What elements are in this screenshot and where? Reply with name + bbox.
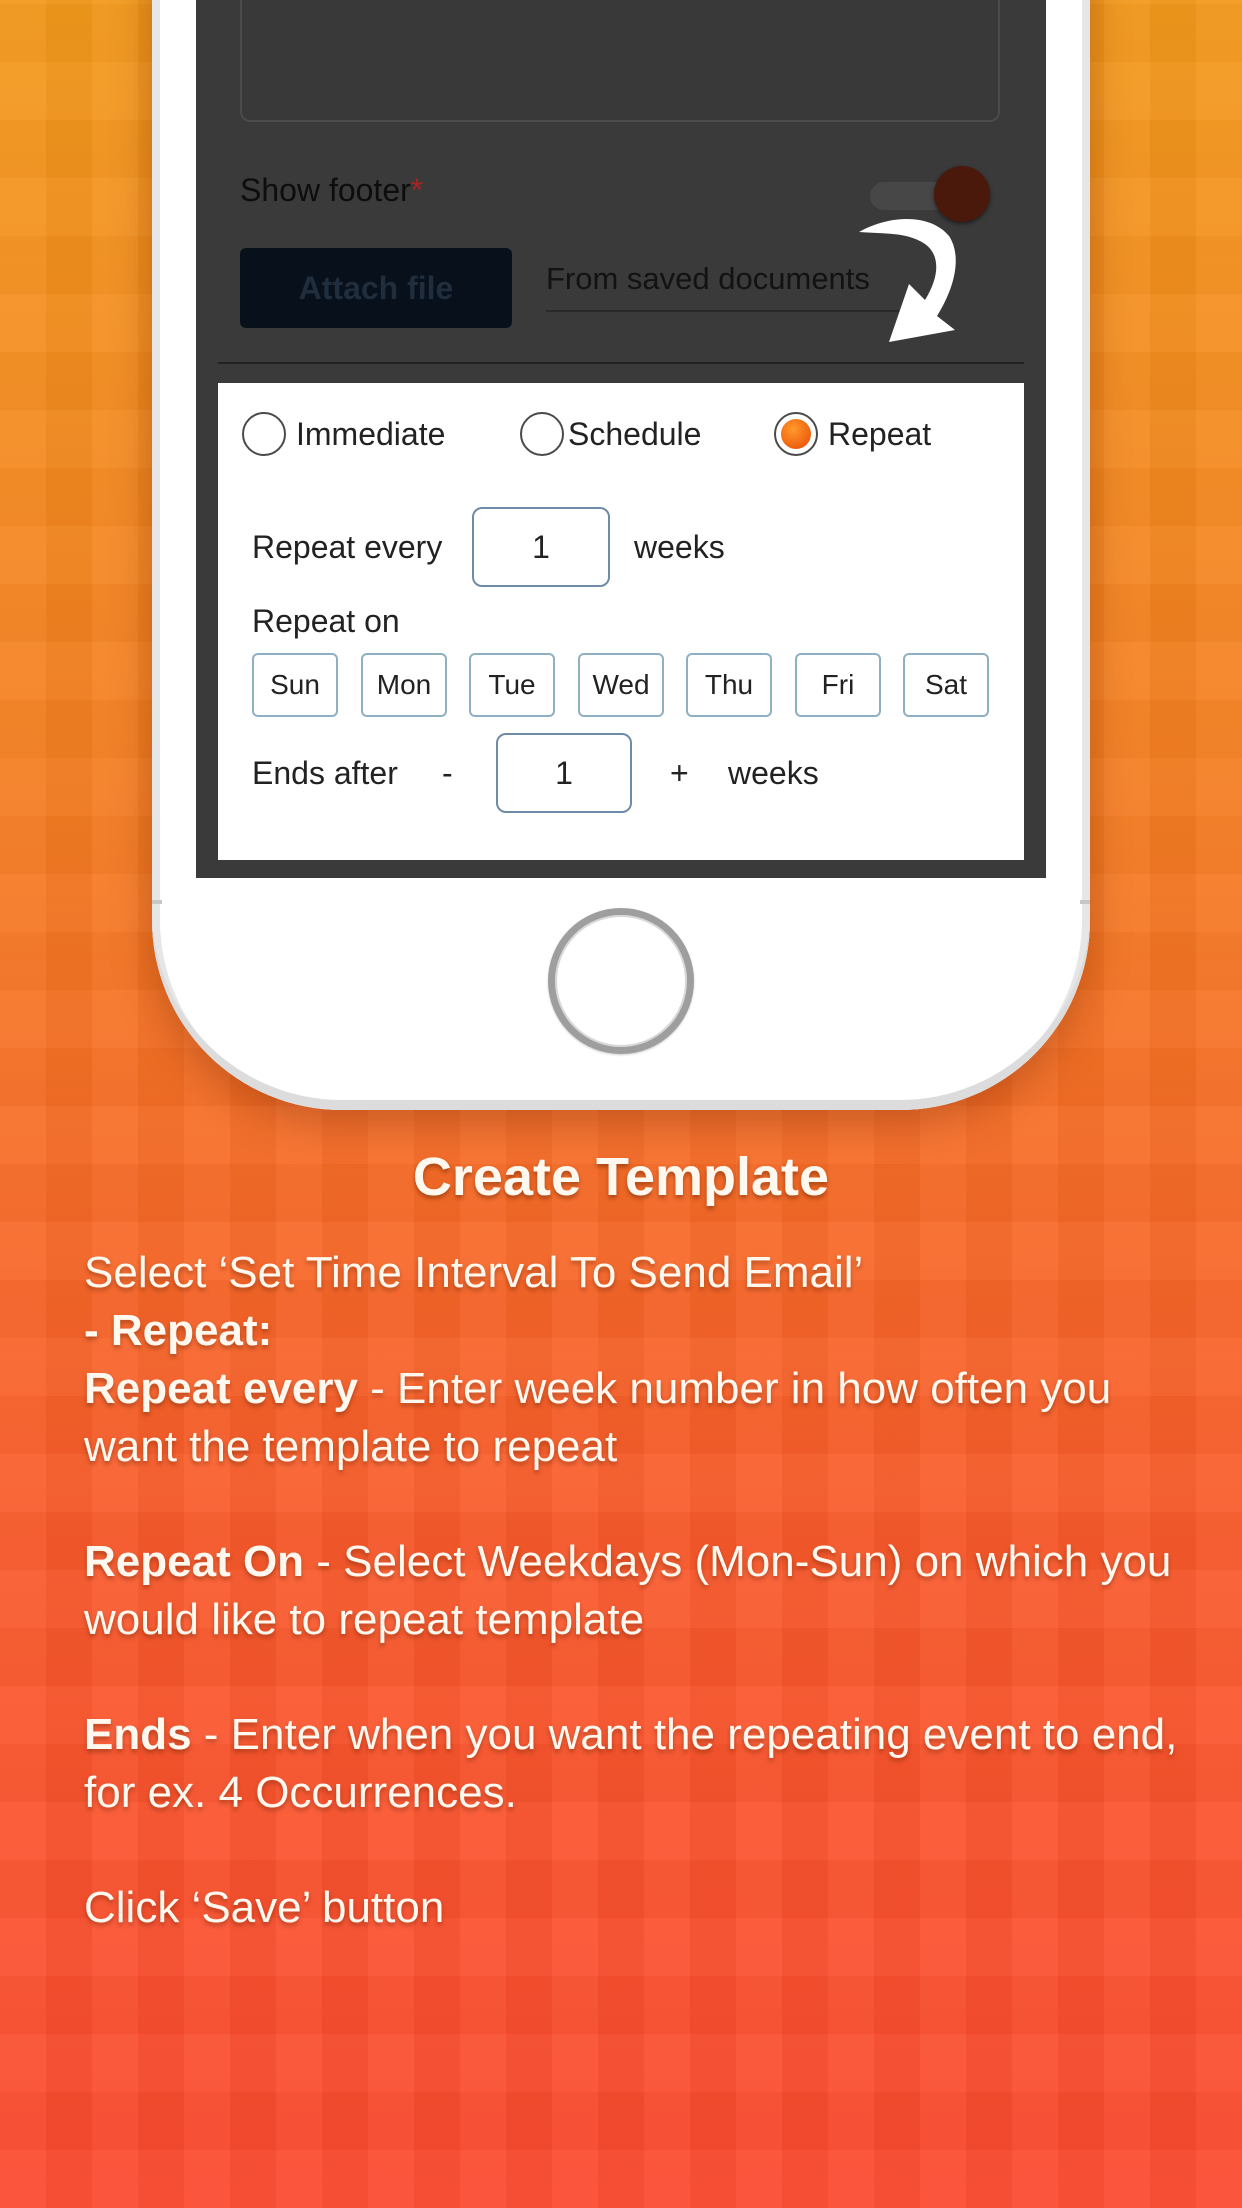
- decrement-button[interactable]: -: [442, 733, 453, 813]
- antenna-band-right: [1080, 900, 1090, 904]
- radio-schedule[interactable]: Schedule: [520, 409, 701, 459]
- caption-ends: Ends - Enter when you want the repeating…: [84, 1706, 1194, 1822]
- ends-after-input[interactable]: 1: [496, 733, 632, 813]
- day-button-tue[interactable]: Tue: [469, 653, 555, 717]
- repeat-settings-panel: Immediate Schedule Repeat Repeat every 1…: [218, 383, 1024, 860]
- increment-button[interactable]: +: [670, 733, 689, 813]
- day-button-thu[interactable]: Thu: [686, 653, 772, 717]
- weekday-selector: Sun Mon Tue Wed Thu Fri Sat: [252, 653, 992, 717]
- ends-after-unit: weeks: [728, 755, 819, 791]
- caption-title: Create Template: [412, 1147, 830, 1207]
- ends-after-label: Ends after: [252, 755, 398, 791]
- curved-arrow-icon: [859, 218, 956, 342]
- caption-click-save: Click ‘Save’ button: [84, 1883, 445, 1932]
- repeat-every-unit: weeks: [634, 529, 725, 565]
- attach-file-button[interactable]: Attach file: [240, 248, 512, 328]
- caption-ends-bold: Ends: [84, 1710, 192, 1759]
- radio-circle-icon: [242, 412, 286, 456]
- repeat-every-input[interactable]: 1: [472, 507, 610, 587]
- day-button-sat[interactable]: Sat: [903, 653, 989, 717]
- show-footer-label: Show footer*: [240, 172, 424, 208]
- caption-line-select: Select ‘Set Time Interval To Send Email’: [84, 1248, 864, 1297]
- home-button-icon[interactable]: [548, 908, 694, 1054]
- day-button-fri[interactable]: Fri: [795, 653, 881, 717]
- caption-repeat-on: Repeat On - Select Weekdays (Mon-Sun) on…: [84, 1533, 1194, 1649]
- send-option-radio-group: Immediate Schedule Repeat: [242, 409, 1002, 459]
- day-button-wed[interactable]: Wed: [578, 653, 664, 717]
- repeat-on-label: Repeat on: [252, 603, 400, 639]
- caption-description: Select ‘Set Time Interval To Send Email’…: [84, 1244, 1194, 1937]
- show-footer-row: Show footer*: [240, 166, 990, 222]
- phone-frame: Show footer* Attach file From saved docu…: [152, 0, 1090, 1110]
- ends-after-row: Ends after - 1 + weeks: [252, 733, 952, 813]
- radio-repeat[interactable]: Repeat: [774, 409, 931, 459]
- repeat-every-label: Repeat every: [252, 529, 443, 565]
- radio-repeat-label: Repeat: [828, 415, 932, 452]
- day-button-mon[interactable]: Mon: [361, 653, 447, 717]
- caption-line-repeat: - Repeat:: [84, 1306, 273, 1355]
- caption-ends-text: - Enter when you want the repeating even…: [84, 1710, 1178, 1817]
- caption-repeat-on-bold: Repeat On: [84, 1537, 305, 1586]
- caption-repeat-every-bold: Repeat every: [84, 1364, 358, 1413]
- section-divider: [218, 362, 1024, 364]
- radio-circle-icon: [520, 412, 564, 456]
- day-button-sun[interactable]: Sun: [252, 653, 338, 717]
- radio-immediate-label: Immediate: [296, 415, 446, 452]
- repeat-every-row: Repeat every 1 weeks: [252, 507, 952, 587]
- antenna-band-left: [152, 900, 162, 904]
- caption-repeat-every: Repeat every - Enter week number in how …: [84, 1360, 1194, 1476]
- message-body-field[interactable]: [240, 0, 1000, 122]
- phone-screen: Show footer* Attach file From saved docu…: [196, 0, 1046, 878]
- required-mark: *: [410, 172, 424, 208]
- radio-schedule-label: Schedule: [568, 415, 702, 452]
- radio-circle-selected-icon: [774, 412, 818, 456]
- radio-immediate[interactable]: Immediate: [242, 409, 445, 459]
